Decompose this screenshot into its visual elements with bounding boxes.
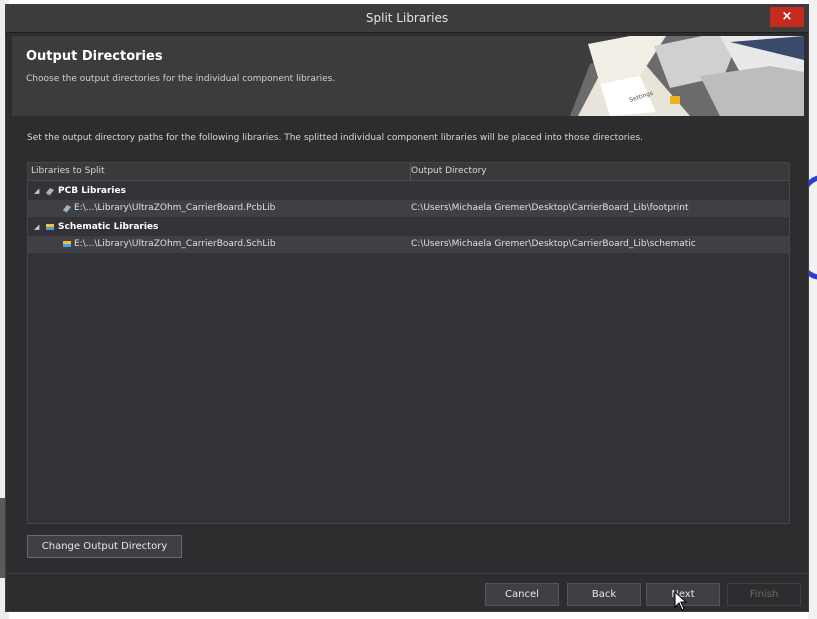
library-path: E:\...\Library\UltraZOhm_CarrierBoard.Pc… bbox=[74, 203, 276, 213]
pcb-library-icon bbox=[46, 188, 54, 196]
grid-header: Libraries to Split Output Directory bbox=[28, 163, 789, 181]
close-button[interactable]: × bbox=[770, 7, 804, 27]
tree-group-schematic-libraries[interactable]: ◢ Schematic Libraries bbox=[28, 219, 789, 236]
column-header-libraries[interactable]: Libraries to Split bbox=[31, 166, 105, 176]
schematic-library-icon bbox=[46, 224, 54, 230]
library-path: E:\...\Library\UltraZOhm_CarrierBoard.Sc… bbox=[74, 239, 276, 249]
table-row[interactable]: E:\...\Library\UltraZOhm_CarrierBoard.Pc… bbox=[28, 200, 789, 217]
instruction-text: Set the output directory paths for the f… bbox=[27, 133, 643, 143]
tree-group-label: Schematic Libraries bbox=[58, 222, 159, 232]
tree-group-label: PCB Libraries bbox=[58, 186, 126, 196]
change-output-directory-button[interactable]: Change Output Directory bbox=[27, 535, 182, 558]
expand-arrow-icon[interactable]: ◢ bbox=[34, 187, 39, 195]
finish-button[interactable]: Finish bbox=[727, 583, 801, 606]
expand-arrow-icon[interactable]: ◢ bbox=[34, 223, 39, 231]
cancel-button[interactable]: Cancel bbox=[485, 583, 559, 606]
split-libraries-dialog: Split Libraries × Output Directories Cho… bbox=[5, 4, 809, 612]
page-title: Output Directories bbox=[26, 49, 163, 64]
background-window-right bbox=[808, 0, 817, 619]
pcb-library-icon bbox=[63, 205, 71, 213]
wizard-header: Output Directories Choose the output dir… bbox=[12, 36, 804, 116]
header-illustration: Settings bbox=[570, 36, 804, 116]
libraries-grid[interactable]: Libraries to Split Output Directory ◢ PC… bbox=[27, 162, 790, 524]
back-button[interactable]: Back bbox=[567, 583, 641, 606]
mouse-cursor-icon bbox=[674, 591, 688, 611]
table-row[interactable]: E:\...\Library\UltraZOhm_CarrierBoard.Sc… bbox=[28, 236, 789, 253]
schematic-library-icon bbox=[63, 241, 71, 247]
footer-divider bbox=[6, 573, 808, 574]
window-title: Split Libraries bbox=[365, 11, 449, 25]
page-subtitle: Choose the output directories for the in… bbox=[26, 74, 336, 84]
output-directory[interactable]: C:\Users\Michaela Gremer\Desktop\Carrier… bbox=[411, 203, 688, 213]
column-header-output[interactable]: Output Directory bbox=[411, 166, 487, 176]
tree-group-pcb-libraries[interactable]: ◢ PCB Libraries bbox=[28, 183, 789, 200]
title-bar[interactable]: Split Libraries × bbox=[6, 5, 808, 33]
output-directory[interactable]: C:\Users\Michaela Gremer\Desktop\Carrier… bbox=[411, 239, 696, 249]
